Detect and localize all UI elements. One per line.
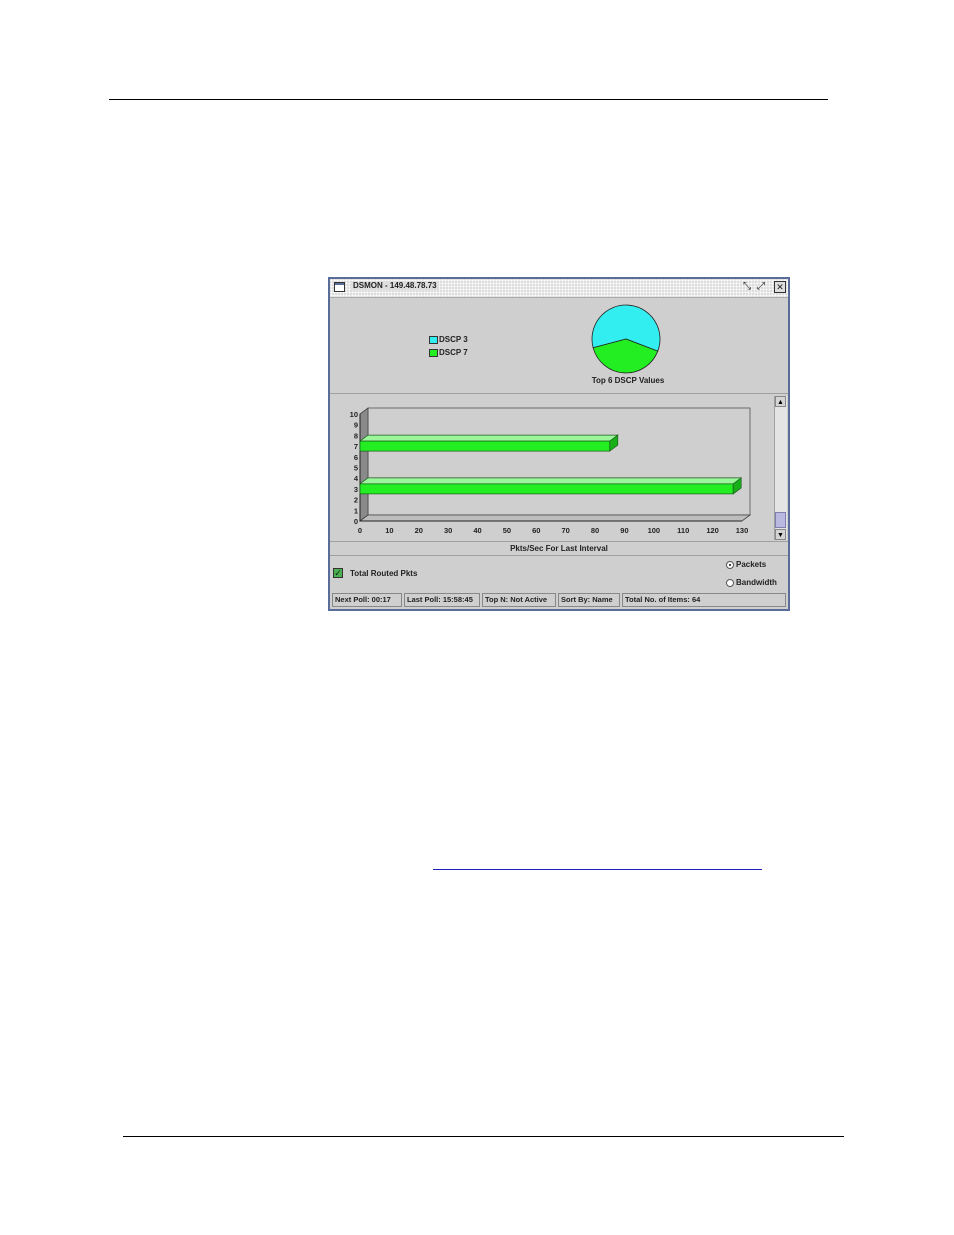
bar-chart: 0 10 20 30 40 50 60 70 80 90 100 110 120 130 0 12 3 45 6 7 8… <box>350 407 752 535</box>
y-tick-label: 3 <box>354 485 358 494</box>
x-tick-label: 60 <box>532 526 540 535</box>
legend-swatch-icon <box>429 348 438 357</box>
chart-back-wall <box>367 407 751 516</box>
y-tick-label: 9 <box>354 421 358 430</box>
close-icon[interactable]: ✕ <box>774 281 786 293</box>
y-tick-label: 5 <box>354 464 358 473</box>
pie-title: Top 6 DSCP Values <box>591 376 665 385</box>
window-icon <box>334 282 345 292</box>
pie-chart <box>591 304 661 374</box>
legend-item-dscp3: DSCP 3 <box>429 335 468 344</box>
y-tick-label: 0 <box>354 517 358 526</box>
radio-packets[interactable]: Packets <box>726 560 766 569</box>
legend-label: DSCP 3 <box>439 335 468 344</box>
x-tick-label: 10 <box>385 526 393 535</box>
radio-bandwidth-label: Bandwidth <box>736 578 777 587</box>
bar <box>359 483 734 495</box>
bar-top <box>358 477 743 485</box>
x-tick-label: 100 <box>648 526 661 535</box>
total-routed-label: Total Routed Pkts <box>350 569 418 578</box>
x-tick-label: 40 <box>473 526 481 535</box>
title-bar[interactable]: DSMON - 149.48.78.73 ⤡ ⤢ ✕ <box>330 279 788 298</box>
y-tick-label: 7 <box>354 442 358 451</box>
x-tick-label: 110 <box>677 526 689 535</box>
x-tick-label: 130 <box>736 526 749 535</box>
x-tick-label: 70 <box>562 526 570 535</box>
x-tick-label: 30 <box>444 526 452 535</box>
x-tick-label: 80 <box>591 526 599 535</box>
status-next-poll: Next Poll: 00:17 <box>332 593 402 607</box>
legend-label: DSCP 7 <box>439 348 468 357</box>
scroll-up-icon[interactable]: ▲ <box>775 396 786 407</box>
status-bar: Next Poll: 00:17 Last Poll: 15:58:45 Top… <box>332 593 786 608</box>
vertical-scrollbar[interactable]: ▲ ▼ <box>774 396 787 540</box>
chart-floor <box>358 514 752 522</box>
hyperlink-underline[interactable] <box>433 869 762 870</box>
dsmon-window: DSMON - 149.48.78.73 ⤡ ⤢ ✕ DSCP 3 DSCP 7… <box>328 277 790 611</box>
minimize-icon[interactable]: ⤡ <box>741 281 753 293</box>
chart-side-wall <box>359 407 369 522</box>
status-sort-by: Sort By: Name <box>558 593 620 607</box>
radio-selected-icon[interactable] <box>726 560 734 569</box>
footer-rule <box>123 1136 844 1137</box>
x-tick-label: 20 <box>415 526 423 535</box>
scroll-thumb[interactable] <box>775 512 786 528</box>
x-tick-label: 50 <box>503 526 511 535</box>
x-tick-label: 120 <box>706 526 719 535</box>
maximize-icon[interactable]: ⤢ <box>755 281 767 293</box>
legend-item-dscp7: DSCP 7 <box>429 348 468 357</box>
header-rule <box>109 99 828 100</box>
total-routed-checkbox[interactable]: ✓ <box>333 568 343 578</box>
radio-bandwidth[interactable]: Bandwidth <box>726 578 777 587</box>
x-tick-label: 90 <box>620 526 628 535</box>
status-top-n: Top N: Not Active <box>482 593 556 607</box>
bar-top <box>358 434 619 442</box>
x-tick-label: 0 <box>358 526 362 535</box>
y-tick-label: 6 <box>354 453 358 462</box>
scroll-down-icon[interactable]: ▼ <box>775 529 786 540</box>
status-total-items: Total No. of Items: 64 <box>622 593 786 607</box>
status-last-poll: Last Poll: 15:58:45 <box>404 593 480 607</box>
legend-swatch-icon <box>429 335 438 344</box>
radio-packets-label: Packets <box>736 560 767 569</box>
window-title: DSMON - 149.48.78.73 <box>351 281 439 290</box>
y-tick-label: 2 <box>354 496 358 505</box>
bar <box>359 440 611 452</box>
y-tick-label: 1 <box>354 506 358 515</box>
y-tick-label: 4 <box>354 474 359 483</box>
y-tick-label: 8 <box>354 431 358 440</box>
radio-unselected-icon[interactable] <box>726 578 734 587</box>
pie-panel: DSCP 3 DSCP 7 Top 6 DSCP Values <box>330 298 788 394</box>
x-axis-title: Pkts/Sec For Last Interval <box>510 544 608 553</box>
y-tick-label: 10 <box>350 410 358 419</box>
x-axis-title-bar: Pkts/Sec For Last Interval <box>330 541 788 556</box>
